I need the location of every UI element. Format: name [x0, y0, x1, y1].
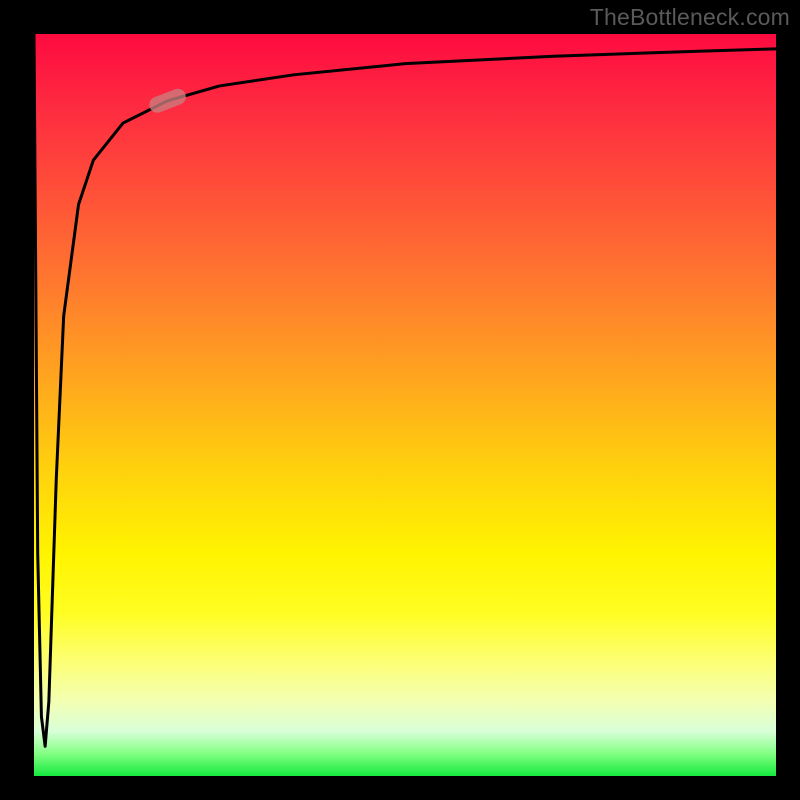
bottleneck-curve	[34, 34, 776, 776]
chart-frame: TheBottleneck.com	[0, 0, 800, 800]
plot-area	[34, 34, 776, 776]
attribution-label: TheBottleneck.com	[590, 4, 790, 31]
curve-path	[34, 34, 776, 746]
curve-marker	[147, 86, 188, 115]
